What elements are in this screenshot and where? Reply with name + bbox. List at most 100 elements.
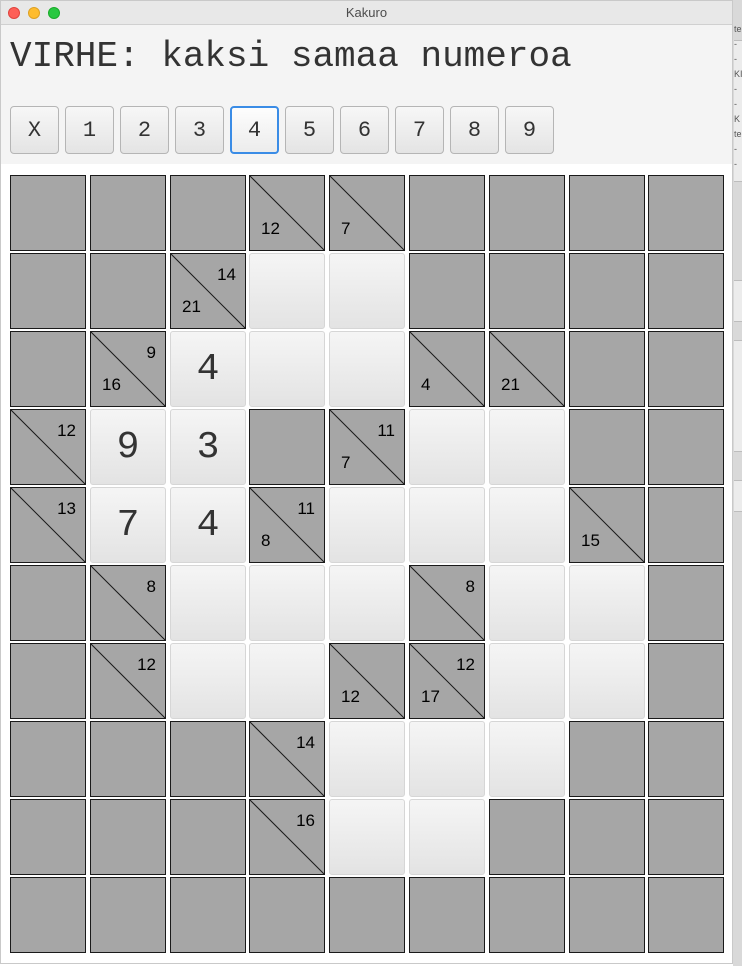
clue-across-sum: 16 [296, 811, 315, 830]
clue-down-sum: 12 [341, 687, 360, 706]
number-button-4[interactable]: 4 [230, 106, 279, 154]
clue-diagonal [410, 332, 484, 406]
entry-cell[interactable] [329, 253, 405, 329]
block-cell [648, 175, 724, 251]
entry-cell[interactable]: 7 [90, 487, 166, 563]
number-button-3[interactable]: 3 [175, 106, 224, 154]
entry-cell[interactable] [489, 721, 565, 797]
entry-cell[interactable] [329, 487, 405, 563]
status-message: VIRHE: kaksi samaa numeroa [10, 36, 572, 77]
entry-cell[interactable] [329, 721, 405, 797]
block-cell [10, 799, 86, 875]
entry-cell[interactable] [249, 565, 325, 641]
clue-diagonal [330, 644, 404, 718]
block-cell [569, 877, 645, 953]
clue-across-sum: 8 [146, 577, 156, 596]
background-window-text: - [734, 99, 737, 109]
block-cell [489, 253, 565, 329]
block-cell [170, 877, 246, 953]
entry-cell[interactable]: 3 [170, 409, 246, 485]
number-button-9[interactable]: 9 [505, 106, 554, 154]
clue-diagonal [570, 488, 644, 562]
clue-across-sum: 12 [137, 655, 156, 674]
entry-cell[interactable]: 4 [170, 331, 246, 407]
clue-down-sum: 16 [102, 375, 121, 394]
number-button-5[interactable]: 5 [285, 106, 334, 154]
number-button-8[interactable]: 8 [450, 106, 499, 154]
clue-cell: 16 [249, 799, 325, 875]
clue-cell: 16 9 [90, 331, 166, 407]
entry-cell[interactable] [489, 409, 565, 485]
clue-across-sum: 9 [146, 343, 156, 362]
number-button-2[interactable]: 2 [120, 106, 169, 154]
clue-cell: 8 [90, 565, 166, 641]
block-cell [409, 175, 485, 251]
entry-cell[interactable] [409, 409, 485, 485]
block-cell [489, 175, 565, 251]
entry-cell[interactable] [489, 565, 565, 641]
clue-cell: 8 [409, 565, 485, 641]
block-cell [90, 175, 166, 251]
entry-cell[interactable]: 4 [170, 487, 246, 563]
entry-cell[interactable] [329, 565, 405, 641]
clue-cell: 12 [90, 643, 166, 719]
block-cell [90, 721, 166, 797]
clue-across-sum: 14 [296, 733, 315, 752]
block-cell [170, 799, 246, 875]
clue-cell: 4 [409, 331, 485, 407]
entry-cell[interactable] [329, 331, 405, 407]
entry-cell[interactable] [489, 643, 565, 719]
block-cell [489, 877, 565, 953]
entry-cell[interactable] [409, 721, 485, 797]
clue-across-sum: 12 [456, 655, 475, 674]
block-cell [648, 409, 724, 485]
block-cell [648, 877, 724, 953]
clue-across-sum: 13 [57, 499, 76, 518]
entry-cell[interactable] [170, 643, 246, 719]
number-button-7[interactable]: 7 [395, 106, 444, 154]
block-cell [329, 877, 405, 953]
block-cell [648, 487, 724, 563]
entry-cell[interactable] [249, 253, 325, 329]
clue-cell: 12 [10, 409, 86, 485]
clue-cell: 8 11 [249, 487, 325, 563]
entry-cell[interactable] [249, 331, 325, 407]
background-window-text: - [734, 84, 737, 94]
block-cell [90, 253, 166, 329]
entry-cell[interactable] [170, 565, 246, 641]
clue-cell: 7 [329, 175, 405, 251]
kakuro-board: 12 7 21 14 16 9 4 4 21 12 9 3 7 11 13 7 4 8 11 15 8 8 12 12 17 12… [1, 164, 732, 963]
block-cell [569, 331, 645, 407]
clue-down-sum: 12 [261, 219, 280, 238]
entry-cell[interactable] [329, 799, 405, 875]
number-button-6[interactable]: 6 [340, 106, 389, 154]
block-cell [249, 409, 325, 485]
clue-cell: 7 11 [329, 409, 405, 485]
clue-cell: 12 [249, 175, 325, 251]
title-bar: Kakuro [1, 1, 732, 25]
block-cell [648, 253, 724, 329]
clue-down-sum: 7 [341, 219, 351, 238]
background-window-text: - [734, 54, 737, 64]
kakuro-window: Kakuro VIRHE: kaksi samaa numeroa X12345… [0, 0, 733, 964]
entry-cell[interactable] [249, 643, 325, 719]
entry-cell[interactable]: 9 [90, 409, 166, 485]
entry-cell[interactable] [489, 487, 565, 563]
clue-diagonal [490, 332, 564, 406]
background-window-edge: te - - KI - - Kte - - [733, 0, 742, 966]
clue-across-sum: 11 [377, 421, 395, 440]
block-cell [10, 643, 86, 719]
entry-cell[interactable] [409, 799, 485, 875]
entry-cell[interactable] [569, 565, 645, 641]
number-button-clear[interactable]: X [10, 106, 59, 154]
number-button-1[interactable]: 1 [65, 106, 114, 154]
block-cell [409, 253, 485, 329]
block-cell [170, 721, 246, 797]
entry-cell[interactable] [409, 487, 485, 563]
block-cell [648, 643, 724, 719]
clue-cell: 21 14 [170, 253, 246, 329]
clue-down-sum: 17 [421, 687, 440, 706]
entry-cell[interactable] [569, 643, 645, 719]
block-cell [569, 721, 645, 797]
block-cell [409, 877, 485, 953]
